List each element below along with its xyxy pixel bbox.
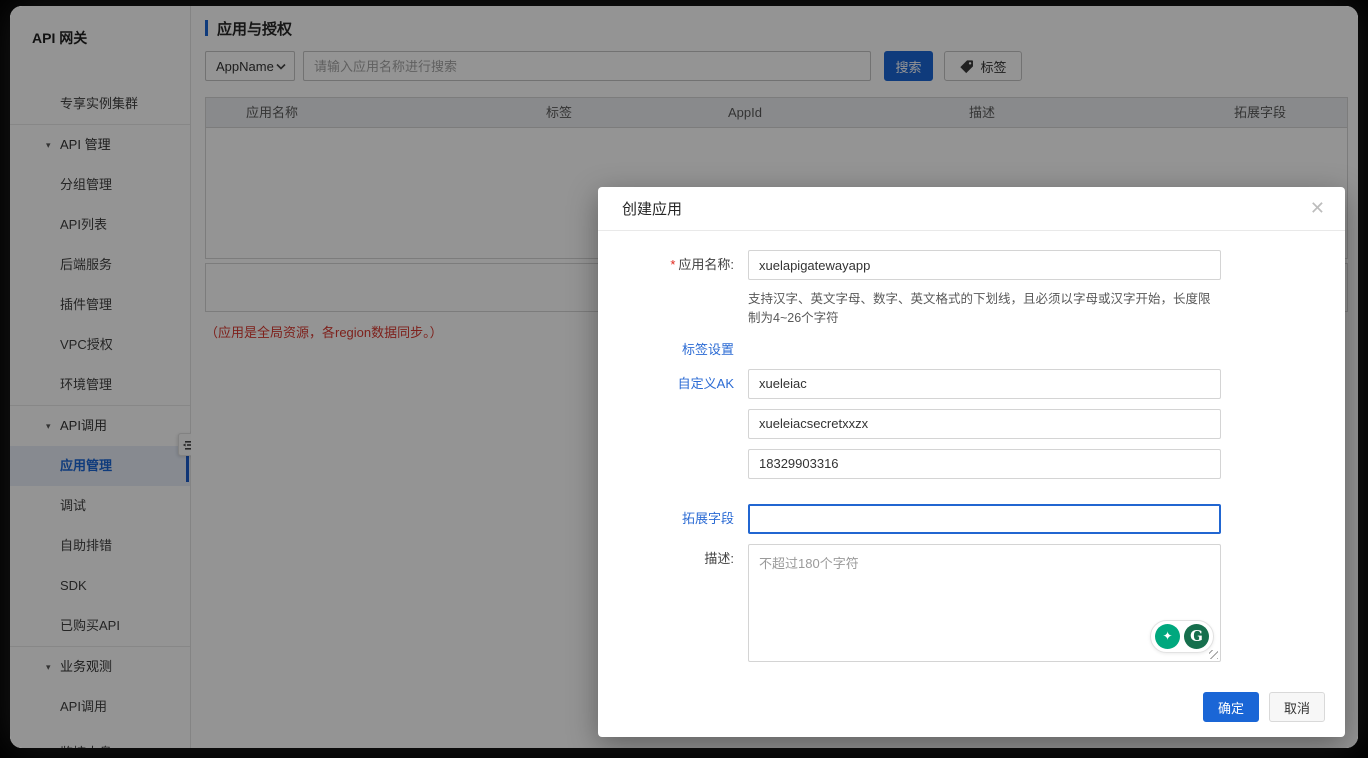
required-asterisk: * bbox=[670, 257, 676, 272]
field-row-app-name: * 应用名称: bbox=[598, 250, 1345, 280]
close-icon[interactable]: ✕ bbox=[1310, 197, 1325, 219]
grammarly-logo-icon[interactable]: G bbox=[1184, 623, 1209, 649]
grammarly-suggestion-icon[interactable]: ✦ bbox=[1155, 623, 1180, 649]
app-name-help-text: 支持汉字、英文字母、数字、英文格式的下划线，且必须以字母或汉字开始，长度限制为4… bbox=[748, 292, 1211, 326]
confirm-button[interactable]: 确定 bbox=[1203, 692, 1259, 722]
field-row-description: 描述: ✦ G bbox=[598, 543, 1345, 662]
field-row-extension: 拓展字段 bbox=[598, 503, 1345, 534]
create-app-modal: 创建应用 ✕ *应用名称: 支持汉字、英文字母、数字、英文格式的下划线，且必须以… bbox=[598, 187, 1345, 737]
field-row-custom-ak: 自定义AK bbox=[598, 368, 1345, 489]
custom-ak-label[interactable]: 自定义AK bbox=[598, 369, 734, 489]
modal-body: *应用名称: 支持汉字、英文字母、数字、英文格式的下划线，且必须以字母或汉字开始… bbox=[598, 231, 1345, 662]
custom-ak-input[interactable] bbox=[748, 368, 1221, 399]
description-textarea[interactable] bbox=[748, 543, 1221, 662]
custom-sk-input[interactable] bbox=[748, 408, 1221, 439]
description-label: 描述: bbox=[704, 550, 734, 566]
modal-footer: 确定 取消 bbox=[1203, 692, 1325, 722]
cancel-button[interactable]: 取消 bbox=[1269, 692, 1325, 722]
field-row-tag-settings: 标签设置 bbox=[598, 342, 1345, 357]
app-window: API 网关 专享实例集群 ▾ API 管理 分组管理 API列表 后端服务 插件… bbox=[10, 6, 1358, 748]
modal-header: 创建应用 ✕ bbox=[598, 187, 1345, 231]
grammarly-widget: ✦ G bbox=[1150, 619, 1214, 653]
textarea-resize-handle[interactable] bbox=[1209, 649, 1218, 659]
extension-field-input[interactable] bbox=[748, 503, 1221, 534]
custom-ak-extra-input[interactable] bbox=[748, 448, 1221, 479]
extension-field-label[interactable]: 拓展字段 bbox=[598, 504, 734, 534]
app-name-label: * 应用名称: bbox=[670, 257, 734, 272]
tag-settings-link[interactable]: 标签设置 bbox=[598, 342, 734, 357]
modal-title: 创建应用 bbox=[622, 201, 683, 218]
app-name-input[interactable] bbox=[748, 250, 1221, 280]
